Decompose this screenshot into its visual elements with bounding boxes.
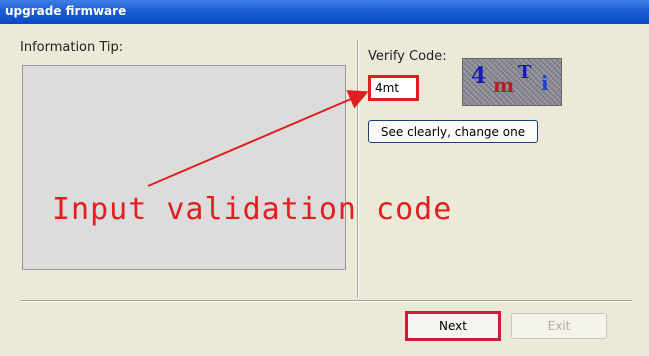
exit-button[interactable]: Exit xyxy=(511,313,607,339)
annotation-text: Input validation code xyxy=(52,192,453,227)
next-button[interactable]: Next xyxy=(405,311,501,341)
horizontal-divider xyxy=(20,300,632,302)
upgrade-firmware-dialog: upgrade firmware Information Tip: Verify… xyxy=(0,0,649,356)
annotation-arrow xyxy=(147,90,369,187)
